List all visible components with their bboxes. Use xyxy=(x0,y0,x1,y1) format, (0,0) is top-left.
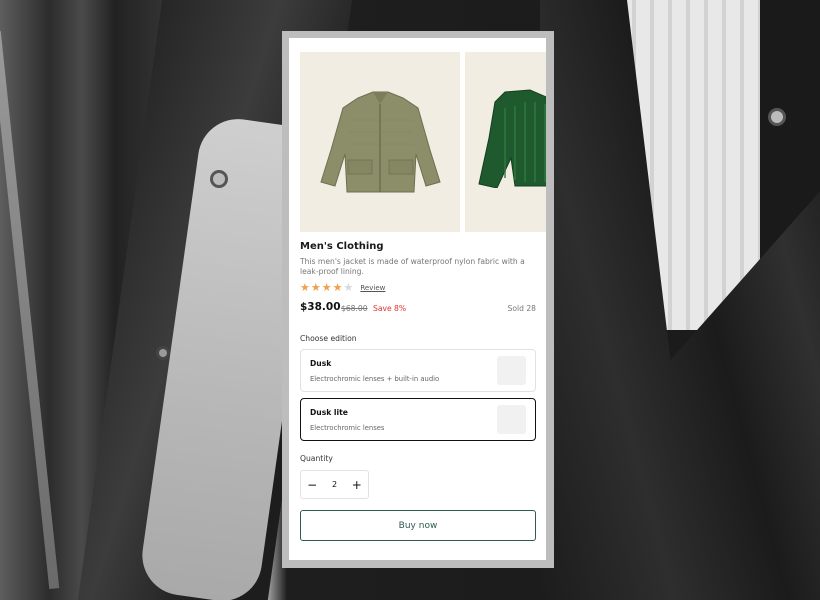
star-icon: ★ xyxy=(321,281,332,294)
edition-option-dusk[interactable]: Dusk Electrochromic lenses + built-in au… xyxy=(300,349,536,392)
edition-option-detail: Electrochromic lenses + built-in audio xyxy=(310,375,440,383)
product-modal-frame: Men's Clothing This men's jacket is made… xyxy=(282,31,554,568)
sold-count: Sold 28 xyxy=(507,304,536,313)
green-sweater-image xyxy=(478,89,546,188)
quantity-value[interactable]: 2 xyxy=(323,480,345,489)
original-price: $68.00 xyxy=(341,304,368,313)
quantity-label: Quantity xyxy=(300,454,333,463)
star-icon: ★ xyxy=(310,281,321,294)
edition-option-title: Dusk lite xyxy=(310,408,348,417)
background-car-stripe xyxy=(0,31,60,589)
star-icon: ★ xyxy=(300,281,310,294)
background-coat-button xyxy=(156,346,170,360)
rating: ★ ★ ★ ★ ★ Review xyxy=(300,282,385,293)
edition-option-detail: Electrochromic lenses xyxy=(310,424,385,432)
minus-icon[interactable]: − xyxy=(301,479,323,491)
plus-icon[interactable]: + xyxy=(346,479,368,491)
product-title: Men's Clothing xyxy=(300,241,384,252)
edition-option-dusk-lite[interactable]: Dusk lite Electrochromic lenses xyxy=(300,398,536,441)
product-card: Men's Clothing This men's jacket is made… xyxy=(289,38,546,560)
current-price: $38.00 xyxy=(300,301,341,313)
background-coat-button xyxy=(768,108,786,126)
product-description: This men's jacket is made of waterproof … xyxy=(300,257,525,276)
edition-option-title: Dusk xyxy=(310,359,332,368)
star-empty-icon: ★ xyxy=(343,281,354,294)
background-coat-button xyxy=(210,170,228,188)
edition-label: Choose edition xyxy=(300,334,357,343)
discount-badge: Save 8% xyxy=(373,304,407,313)
star-icon: ★ xyxy=(332,281,343,294)
price-row: $38.00 $68.00 Save 8% Sold 28 xyxy=(300,301,536,315)
carousel-slide[interactable] xyxy=(300,52,460,232)
buy-now-button[interactable]: Buy now xyxy=(300,510,536,541)
edition-option-thumbnail xyxy=(497,356,526,385)
image-carousel[interactable] xyxy=(300,52,546,232)
carousel-slide[interactable] xyxy=(465,52,546,232)
quantity-stepper: − 2 + xyxy=(300,470,369,499)
olive-jacket-image xyxy=(320,91,441,193)
review-link[interactable]: Review xyxy=(360,284,385,292)
edition-option-thumbnail xyxy=(497,405,526,434)
